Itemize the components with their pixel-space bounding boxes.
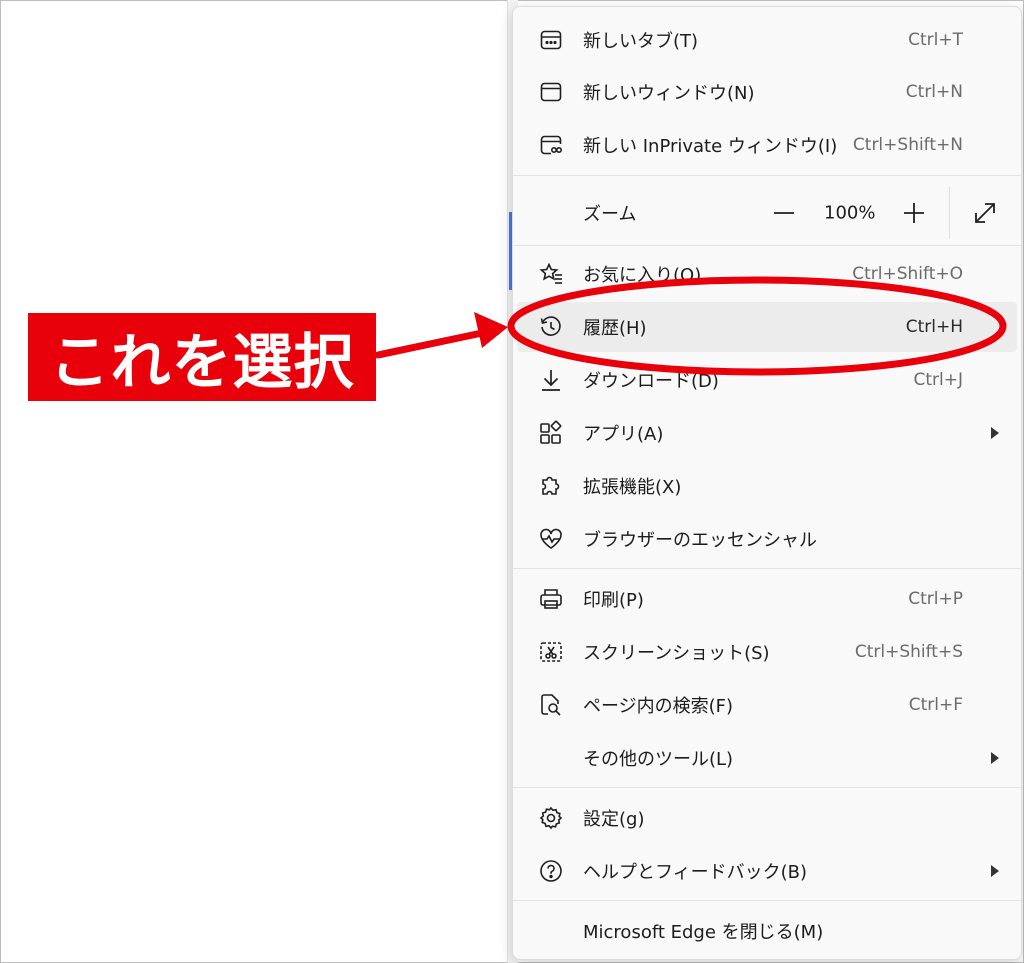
- menu-separator: [513, 900, 1021, 901]
- submenu-arrow-icon: [991, 865, 999, 877]
- menu-separator: [513, 787, 1021, 788]
- menu-item-label: Microsoft Edge を閉じる(M): [583, 922, 824, 943]
- menu-item-more-tools[interactable]: その他のツール(L): [517, 733, 1017, 783]
- menu-item-label: 拡張機能(X): [583, 477, 682, 498]
- menu-separator: [513, 245, 1021, 246]
- puzzle-icon: [537, 472, 565, 500]
- find-in-page-icon: [537, 691, 565, 719]
- menu-item-label: ダウンロード(D): [583, 371, 719, 392]
- menu-item-shortcut: Ctrl+T: [908, 30, 963, 50]
- menu-item-label: 設定(g): [583, 809, 645, 830]
- menu-item-new-inprivate[interactable]: 新しい InPrivate ウィンドウ(I) Ctrl+Shift+N: [517, 120, 1017, 170]
- inprivate-icon: [537, 131, 565, 159]
- menu-item-browser-essentials[interactable]: ブラウザーのエッセンシャル: [517, 514, 1017, 564]
- menu-item-new-tab[interactable]: 新しいタブ(T) Ctrl+T: [517, 15, 1017, 65]
- menu-item-label: ページ内の検索(F): [583, 696, 734, 717]
- menu-item-shortcut: Ctrl+P: [908, 589, 963, 609]
- download-icon: [537, 366, 565, 394]
- menu-item-apps[interactable]: アプリ(A): [517, 408, 1017, 458]
- menu-item-shortcut: Ctrl+N: [905, 82, 963, 102]
- menu-separator: [513, 568, 1021, 569]
- menu-item-shortcut: Ctrl+J: [913, 370, 963, 390]
- menu-item-screenshot[interactable]: スクリーンショット(S) Ctrl+Shift+S: [517, 627, 1017, 677]
- zoom-label: ズーム: [583, 204, 637, 225]
- menu-item-help[interactable]: ヘルプとフィードバック(B): [517, 846, 1017, 896]
- help-icon: [537, 857, 565, 885]
- menu-item-close-edge[interactable]: Microsoft Edge を閉じる(M): [517, 906, 1017, 956]
- screenshot-icon: [537, 638, 565, 666]
- zoom-divider: [949, 187, 950, 239]
- menu-item-shortcut: Ctrl+F: [908, 695, 963, 715]
- menu-item-shortcut: Ctrl+H: [905, 317, 963, 337]
- menu-item-label: 印刷(P): [583, 590, 644, 611]
- printer-icon: [537, 585, 565, 613]
- menu-separator: [513, 175, 1021, 176]
- menu-item-label: お気に入り(O): [583, 265, 702, 286]
- menu-item-shortcut: Ctrl+Shift+S: [854, 642, 963, 662]
- zoom-out-button[interactable]: [771, 200, 797, 226]
- menu-item-favorites[interactable]: お気に入り(O) Ctrl+Shift+O: [517, 249, 1017, 299]
- edge-settings-menu: 新しいタブ(T) Ctrl+T 新しいウィンドウ(N) Ctrl+N 新しい I…: [512, 6, 1022, 960]
- heartbeat-icon: [537, 525, 565, 553]
- menu-item-label: 新しいウィンドウ(N): [583, 83, 755, 104]
- menu-item-downloads[interactable]: ダウンロード(D) Ctrl+J: [517, 355, 1017, 405]
- menu-item-history[interactable]: 履歴(H) Ctrl+H: [517, 302, 1017, 352]
- menu-item-label: 新しいタブ(T): [583, 31, 699, 52]
- submenu-arrow-icon: [991, 752, 999, 764]
- new-tab-icon: [537, 26, 565, 54]
- menu-item-label: 新しい InPrivate ウィンドウ(I): [583, 136, 838, 157]
- fullscreen-icon[interactable]: [971, 199, 999, 227]
- menu-item-print[interactable]: 印刷(P) Ctrl+P: [517, 574, 1017, 624]
- favorites-star-icon: [537, 260, 565, 288]
- menu-item-find-in-page[interactable]: ページ内の検索(F) Ctrl+F: [517, 680, 1017, 730]
- menu-item-label: その他のツール(L): [583, 749, 734, 770]
- menu-item-new-window[interactable]: 新しいウィンドウ(N) Ctrl+N: [517, 67, 1017, 117]
- menu-item-label: アプリ(A): [583, 424, 664, 445]
- menu-item-shortcut: Ctrl+Shift+N: [852, 135, 963, 155]
- zoom-level: 100%: [824, 202, 876, 224]
- submenu-arrow-icon: [991, 427, 999, 439]
- apps-icon: [537, 419, 565, 447]
- menu-item-shortcut: Ctrl+Shift+O: [852, 264, 963, 284]
- zoom-row: ズーム 100%: [517, 183, 1017, 243]
- gear-icon: [537, 804, 565, 832]
- zoom-in-button[interactable]: [901, 200, 927, 226]
- menu-item-extensions[interactable]: 拡張機能(X): [517, 461, 1017, 511]
- callout-label: これを選択: [28, 313, 376, 401]
- menu-item-label: ヘルプとフィードバック(B): [583, 862, 808, 883]
- menu-item-settings[interactable]: 設定(g): [517, 793, 1017, 843]
- history-clock-icon: [537, 313, 565, 341]
- menu-item-label: ブラウザーのエッセンシャル: [583, 530, 817, 551]
- menu-item-label: スクリーンショット(S): [583, 643, 770, 664]
- menu-item-label: 履歴(H): [583, 318, 647, 339]
- window-icon: [537, 78, 565, 106]
